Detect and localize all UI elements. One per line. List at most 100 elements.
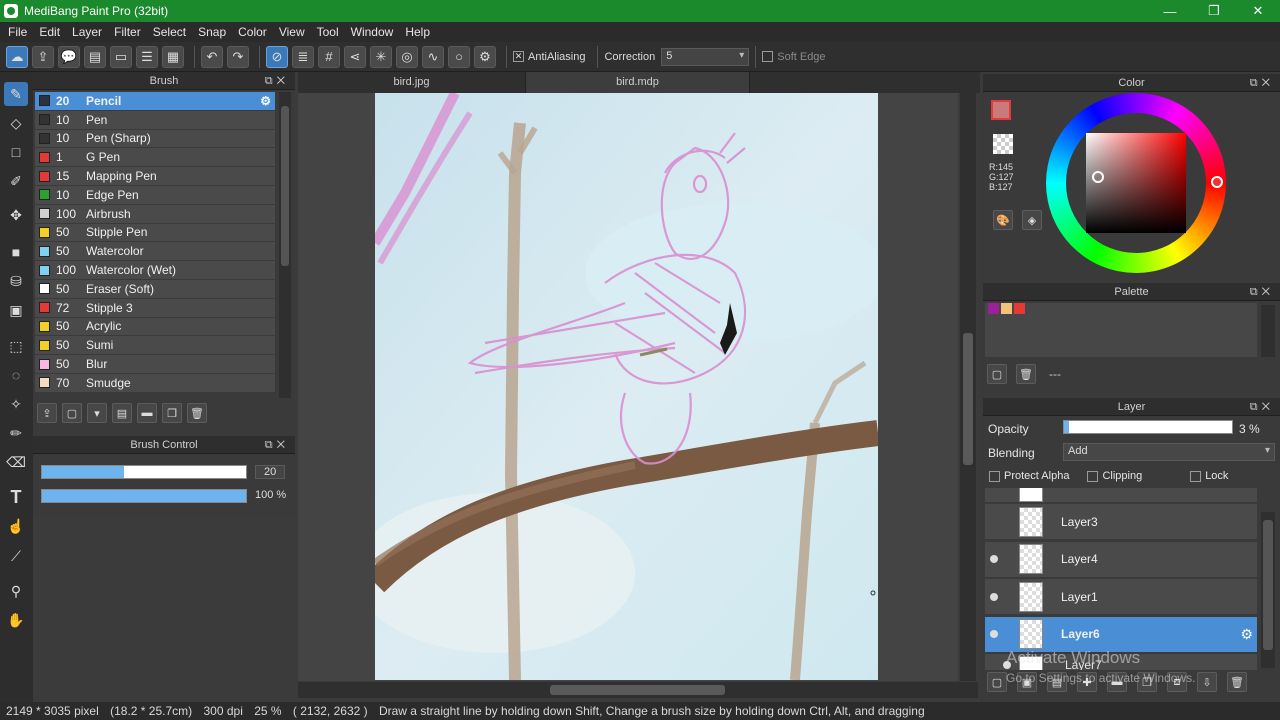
menu-layer[interactable]: Layer (66, 25, 108, 39)
brush-item[interactable]: 50 Watercolor (35, 242, 275, 262)
bucket-tool-icon[interactable]: ⛁ (4, 269, 28, 293)
brush-item[interactable]: 100 Watercolor (Wet) (35, 261, 275, 280)
hand-tool-icon[interactable]: ✋ (4, 608, 28, 632)
brush-item[interactable]: 72 Stipple 3 (35, 298, 275, 318)
menu-tool[interactable]: Tool (311, 25, 345, 39)
menu-window[interactable]: Window (345, 25, 400, 39)
rect-fill-tool-icon[interactable]: ■ (4, 240, 28, 264)
brush-opacity-slider[interactable] (41, 489, 247, 503)
delete-brush-icon[interactable]: 🗑 (187, 403, 207, 423)
snap-settings-icon[interactable]: ⚙ (474, 45, 496, 68)
canvas-horizontal-scrollbar[interactable] (298, 682, 978, 698)
minimize-button[interactable]: — (1148, 0, 1192, 22)
dot-tool-icon[interactable]: □ (4, 140, 28, 164)
select-tool-icon[interactable]: ⬚ (4, 334, 28, 358)
new-brush-icon[interactable]: ▢ (62, 403, 82, 423)
brush-list-scrollbar[interactable] (279, 92, 291, 398)
brush-item[interactable]: 1 G Pen (35, 148, 275, 168)
menu-file[interactable]: File (2, 25, 33, 39)
magic-wand-tool-icon[interactable]: ✧ (4, 392, 28, 416)
brush-item[interactable]: 10 Pen (Sharp) (35, 129, 275, 149)
move-tool-icon[interactable]: ✥ (4, 203, 28, 227)
crisscross-snap-icon[interactable]: # (318, 45, 340, 68)
brush-settings-icon[interactable]: ▤ (112, 403, 132, 423)
antialiasing-checkbox[interactable]: ✕ (513, 51, 524, 62)
menu-edit[interactable]: Edit (33, 25, 66, 39)
color-cursor[interactable] (1092, 171, 1104, 183)
layer-list-scrollbar[interactable] (1261, 512, 1275, 668)
brush-item[interactable]: 50 Stipple Pen (35, 223, 275, 243)
brush-item[interactable]: 15 Mapping Pen (35, 167, 275, 186)
panel-controls-icon[interactable]: ⧉✕ (1250, 74, 1274, 92)
vanishing-point-icon[interactable]: ⋖ (344, 45, 366, 68)
eraser-tool-icon[interactable]: ◇ (4, 111, 28, 135)
brush-size-slider[interactable] (41, 465, 247, 479)
brush-item[interactable]: 70 Smudge (35, 373, 275, 393)
layer-visibility-icon[interactable] (985, 616, 1003, 652)
menu-select[interactable]: Select (147, 25, 192, 39)
delete-layer-icon[interactable]: 🗑 (1227, 672, 1247, 692)
palette-swatch[interactable] (1014, 303, 1025, 314)
brush-item[interactable]: 50 Sumi (35, 336, 275, 356)
menu-color[interactable]: Color (232, 25, 273, 39)
concentric-snap-icon[interactable]: ◎ (396, 45, 418, 68)
ellipse-snap-icon[interactable]: ○ (448, 45, 470, 68)
artboard[interactable] (375, 93, 878, 680)
brush-settings-gear-icon[interactable]: ⚙ (260, 94, 271, 108)
lock-checkbox[interactable] (1190, 470, 1202, 482)
curve-snap-icon[interactable]: ∿ (422, 45, 444, 68)
layer-row[interactable]: Layer3 (985, 504, 1257, 540)
saturation-value-square[interactable] (1086, 133, 1186, 233)
blending-select[interactable]: Add (1063, 443, 1275, 461)
move-layer-icon[interactable]: ⇩ (1197, 672, 1217, 692)
add-brush-menu-icon[interactable]: ▾ (87, 403, 107, 423)
palette-swatch[interactable] (988, 303, 999, 314)
brush-item[interactable]: 50 Acrylic (35, 317, 275, 337)
upload-icon[interactable]: ⇪ (32, 45, 54, 68)
layer-row[interactable]: Layer4 (985, 541, 1257, 578)
snap-off-icon[interactable]: ⊘ (266, 45, 288, 68)
new-layer-icon[interactable]: ▢ (987, 672, 1007, 692)
page-list-icon[interactable]: ☰ (136, 45, 158, 68)
soft-edge-checkbox[interactable] (762, 51, 774, 62)
parallel-snap-icon[interactable]: ≣ (292, 45, 314, 68)
clipping-checkbox[interactable] (1087, 470, 1099, 482)
hue-cursor[interactable] (1211, 176, 1223, 188)
panel-controls-icon[interactable]: ⧉✕ (1250, 398, 1274, 416)
text-tool-icon[interactable]: T (4, 485, 28, 509)
menu-view[interactable]: View (273, 25, 311, 39)
brush-size-value[interactable]: 20 (255, 465, 286, 479)
radial-snap-icon[interactable]: ✳ (370, 45, 392, 68)
gradient-tool-icon[interactable]: ▣ (4, 298, 28, 322)
brush-folder-icon[interactable]: ▬ (137, 403, 157, 423)
select-pen-tool-icon[interactable]: ✏ (4, 421, 28, 445)
panel-controls-icon[interactable]: ⧉✕ (1250, 283, 1274, 301)
protect-alpha-checkbox[interactable] (989, 470, 1000, 482)
tab-bird-jpg[interactable]: bird.jpg (298, 72, 526, 93)
redo-icon[interactable]: ↷ (227, 45, 249, 68)
brush-item[interactable]: 50 Eraser (Soft) (35, 279, 275, 299)
layer-visibility-icon[interactable] (985, 579, 1003, 615)
menu-filter[interactable]: Filter (108, 25, 147, 39)
layer-opacity-slider[interactable] (1063, 420, 1233, 434)
speech-bubble-icon[interactable]: 💬 (58, 45, 80, 68)
brush-item[interactable]: 10 Pen (35, 110, 275, 130)
page-icon[interactable]: ▭ (110, 45, 132, 68)
brush-tool-icon[interactable]: ✐ (4, 169, 28, 193)
layer-visibility-icon[interactable] (985, 504, 1003, 540)
layer-settings-gear-icon[interactable]: ⚙ (1240, 626, 1253, 643)
correction-select[interactable]: 5 (661, 47, 750, 66)
panel-controls-icon[interactable]: ⧉✕ (265, 436, 289, 454)
delete-palette-icon[interactable]: 🗑 (1016, 364, 1036, 384)
brush-item[interactable]: 20 Pencil ⚙ (35, 92, 275, 111)
tab-bird-mdp[interactable]: bird.mdp (526, 72, 750, 93)
layer-visibility-icon[interactable] (985, 541, 1003, 577)
brush-item[interactable]: 100 Airbrush (35, 204, 275, 224)
transparent-color-swatch[interactable] (993, 134, 1013, 154)
menu-snap[interactable]: Snap (192, 25, 232, 39)
canvas-vertical-scrollbar[interactable] (960, 93, 976, 681)
duplicate-brush-icon[interactable]: ❐ (162, 403, 182, 423)
color-palette-icon[interactable]: 🎨 (993, 210, 1013, 230)
panel-controls-icon[interactable]: ⧉✕ (265, 72, 289, 90)
primary-color-swatch[interactable] (991, 100, 1011, 120)
